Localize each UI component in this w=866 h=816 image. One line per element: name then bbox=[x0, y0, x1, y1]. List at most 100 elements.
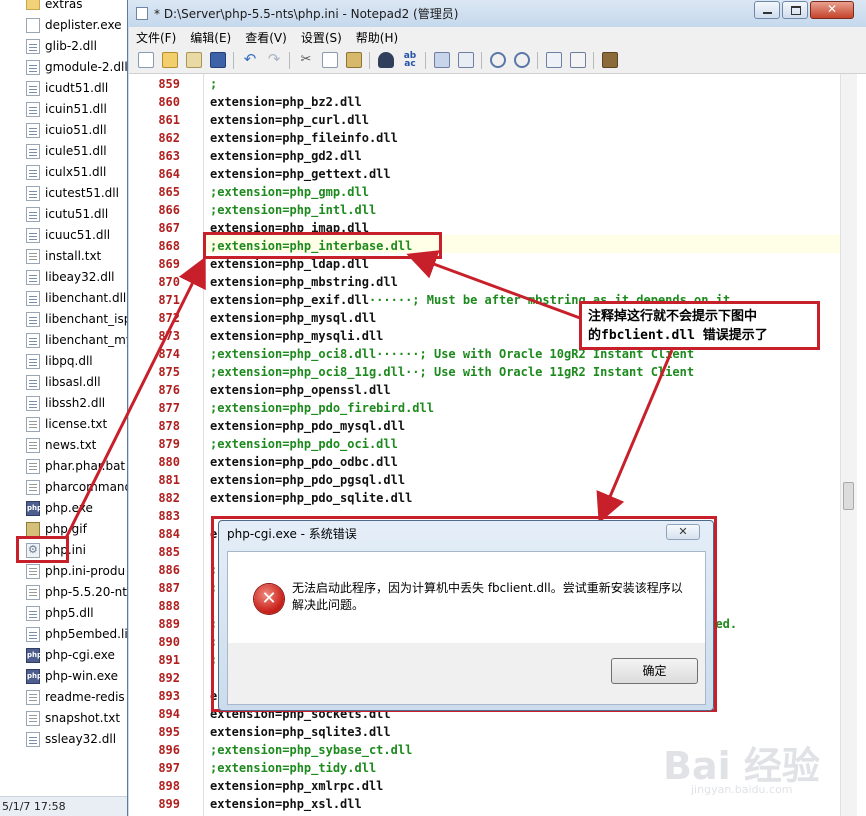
line-number: 877 bbox=[158, 401, 180, 415]
file-item[interactable]: icuuc51.dll bbox=[26, 225, 110, 245]
file-icon bbox=[26, 38, 40, 54]
title-bar[interactable]: * D:\Server\php-5.5-nts\php.ini - Notepa… bbox=[128, 0, 866, 27]
word-wrap-icon[interactable] bbox=[434, 52, 450, 68]
code-line: extension=php_mbstring.dll bbox=[210, 273, 398, 291]
file-icon bbox=[26, 332, 40, 348]
code-text: extension=php_sqlite3.dll bbox=[210, 725, 391, 739]
line-number: 892 bbox=[158, 671, 180, 685]
menu-edit[interactable]: 编辑(E) bbox=[183, 29, 238, 46]
menu-settings[interactable]: 设置(S) bbox=[294, 29, 349, 46]
file-item[interactable]: libenchant_my bbox=[26, 330, 133, 350]
close-button[interactable] bbox=[810, 1, 854, 19]
dialog-close-button[interactable]: ✕ bbox=[666, 524, 700, 540]
customize-icon[interactable] bbox=[570, 52, 586, 68]
code-line: extension=php_pdo_pgsql.dll bbox=[210, 471, 405, 489]
code-line: ;extension=php_sybase_ct.dll bbox=[210, 741, 412, 759]
file-item[interactable]: pharcommand bbox=[26, 477, 132, 497]
annotation-callout: 注释掉这行就不会提示下图中 的fbclient.dll 错误提示了 bbox=[579, 301, 820, 350]
replace-icon[interactable]: ab ac bbox=[402, 52, 418, 69]
file-item[interactable]: libpq.dll bbox=[26, 351, 93, 371]
line-number: 860 bbox=[158, 95, 180, 109]
new-file-icon[interactable] bbox=[138, 52, 154, 68]
file-name: php.exe bbox=[45, 501, 93, 515]
file-item[interactable]: libeay32.dll bbox=[26, 267, 115, 287]
line-number: 869 bbox=[158, 257, 180, 271]
menu-file[interactable]: 文件(F) bbox=[129, 29, 183, 46]
undo-icon[interactable]: ↶ bbox=[242, 52, 258, 68]
explorer-file-list: extras deplister.exe glib-2.dll gmodule-2.d… bbox=[0, 0, 136, 816]
minimize-button[interactable] bbox=[754, 1, 780, 19]
line-number: 879 bbox=[158, 437, 180, 451]
line-number: 861 bbox=[158, 113, 180, 127]
zoom-out-icon[interactable] bbox=[514, 52, 530, 68]
code-text: extension=php_xsl.dll bbox=[210, 797, 362, 811]
file-icon bbox=[26, 374, 40, 390]
save-icon[interactable] bbox=[210, 52, 226, 68]
file-item[interactable]: libenchant_isp bbox=[26, 309, 131, 329]
scrollbar-thumb[interactable] bbox=[843, 482, 854, 510]
file-name: pharcommand bbox=[45, 480, 133, 494]
paste-icon[interactable] bbox=[346, 52, 362, 68]
file-item[interactable]: php php-cgi.exe bbox=[26, 645, 115, 665]
file-item[interactable]: phar.phar.bat bbox=[26, 456, 125, 476]
file-item[interactable]: php php.exe bbox=[26, 498, 93, 518]
file-icon bbox=[26, 437, 40, 453]
php-ini-highlight-box bbox=[16, 536, 69, 563]
file-item[interactable]: libssh2.dll bbox=[26, 393, 105, 413]
maximize-button[interactable] bbox=[782, 1, 808, 19]
line-number: 863 bbox=[158, 149, 180, 163]
file-item[interactable]: install.txt bbox=[26, 246, 101, 266]
file-item[interactable]: icuin51.dll bbox=[26, 99, 107, 119]
file-item[interactable]: php5.dll bbox=[26, 603, 94, 623]
file-item[interactable]: icutest51.dll bbox=[26, 183, 119, 203]
file-item[interactable]: php.ini-produ bbox=[26, 561, 125, 581]
ok-button[interactable]: 确定 bbox=[611, 658, 698, 684]
file-item[interactable]: php-5.5.20-nt bbox=[26, 582, 127, 602]
code-text: extension=php_mbstring.dll bbox=[210, 275, 398, 289]
file-icon bbox=[26, 689, 40, 705]
exit-icon[interactable] bbox=[602, 52, 618, 68]
menu-help[interactable]: 帮助(H) bbox=[349, 29, 405, 46]
code-line: extension=php_mysqli.dll bbox=[210, 327, 383, 345]
file-item[interactable]: readme-redis bbox=[26, 687, 125, 707]
file-item[interactable]: gmodule-2.dll bbox=[26, 57, 128, 77]
find-icon[interactable] bbox=[378, 52, 394, 68]
file-item[interactable]: php php-win.exe bbox=[26, 666, 118, 686]
line-number: 894 bbox=[158, 707, 180, 721]
file-item[interactable]: icutu51.dll bbox=[26, 204, 108, 224]
code-text: extension=php_pdo_odbc.dll bbox=[210, 455, 398, 469]
file-item[interactable]: php5embed.li bbox=[26, 624, 128, 644]
file-item[interactable]: snapshot.txt bbox=[26, 708, 120, 728]
scheme-icon[interactable] bbox=[458, 52, 474, 68]
line-number: 885 bbox=[158, 545, 180, 559]
file-item[interactable]: libsasl.dll bbox=[26, 372, 101, 392]
file-item[interactable]: icuio51.dll bbox=[26, 120, 107, 140]
copy-icon[interactable] bbox=[322, 52, 338, 68]
file-icon bbox=[26, 710, 40, 726]
file-item[interactable]: extras bbox=[26, 0, 83, 14]
file-item[interactable]: glib-2.dll bbox=[26, 36, 97, 56]
file-icon bbox=[26, 122, 40, 138]
file-item[interactable]: icule51.dll bbox=[26, 141, 107, 161]
file-item[interactable]: libenchant.dll bbox=[26, 288, 126, 308]
file-name: glib-2.dll bbox=[45, 39, 97, 53]
schemes-icon[interactable] bbox=[546, 52, 562, 68]
file-name: icutest51.dll bbox=[45, 186, 119, 200]
file-name: license.txt bbox=[45, 417, 108, 431]
file-item[interactable]: icudt51.dll bbox=[26, 78, 108, 98]
browse-icon[interactable] bbox=[186, 52, 202, 68]
open-folder-icon[interactable] bbox=[162, 52, 178, 68]
vertical-scrollbar[interactable] bbox=[840, 74, 857, 816]
interbase-line-highlight-box bbox=[203, 232, 442, 259]
zoom-in-icon[interactable] bbox=[490, 52, 506, 68]
file-item[interactable]: deplister.exe bbox=[26, 15, 122, 35]
line-number: 866 bbox=[158, 203, 180, 217]
cut-icon[interactable]: ✂ bbox=[298, 52, 314, 68]
file-item[interactable]: ssleay32.dll bbox=[26, 729, 116, 749]
file-item[interactable]: news.txt bbox=[26, 435, 96, 455]
file-icon bbox=[26, 395, 40, 411]
redo-icon[interactable]: ↷ bbox=[266, 52, 282, 68]
file-item[interactable]: iculx51.dll bbox=[26, 162, 106, 182]
file-item[interactable]: license.txt bbox=[26, 414, 107, 434]
menu-view[interactable]: 查看(V) bbox=[238, 29, 294, 46]
